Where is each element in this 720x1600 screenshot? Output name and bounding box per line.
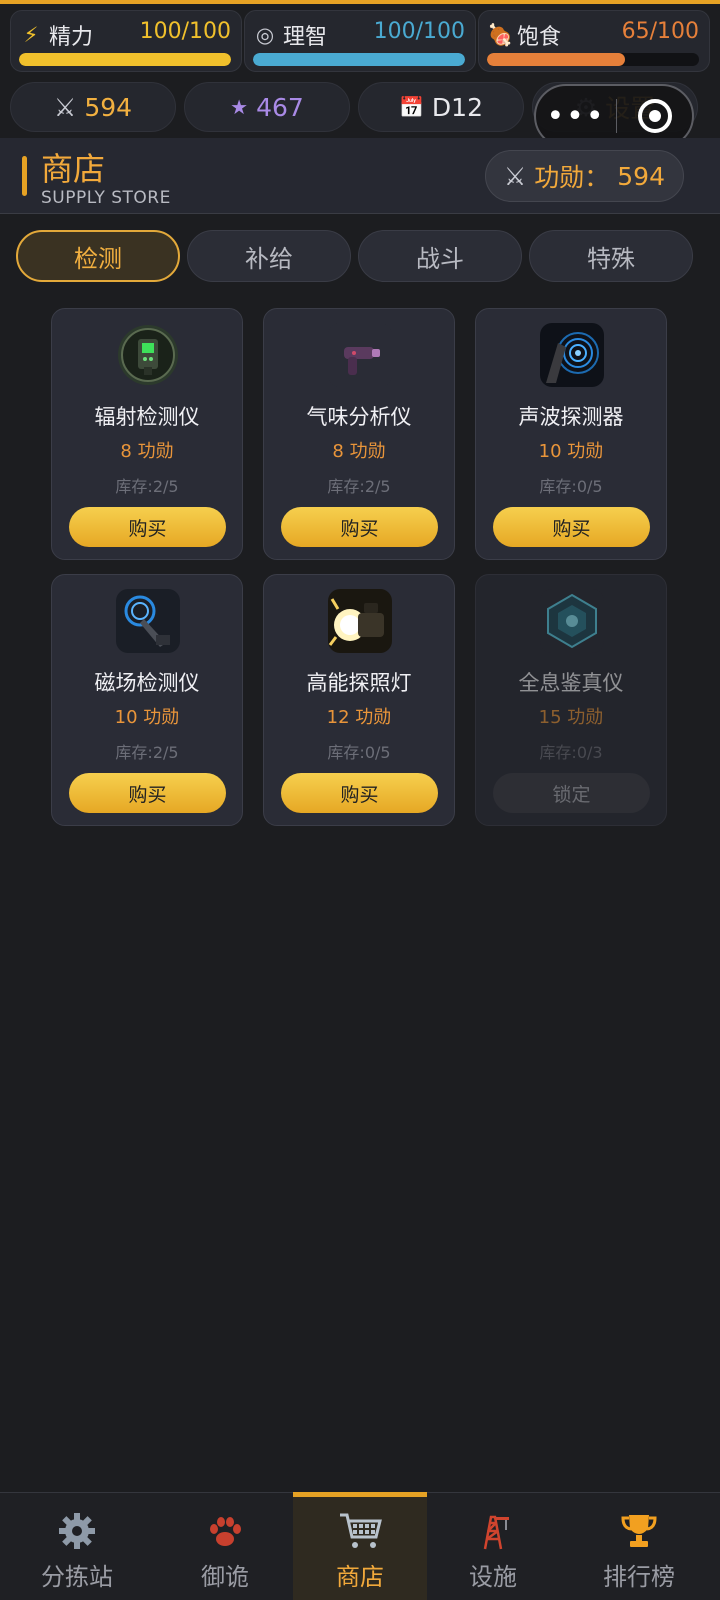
tab-supply[interactable]: 补给 [187,230,351,282]
stat-sanity: ◎ 理智 100/100 [244,10,476,72]
shop-item-card: 声波探测器 10 功勋 库存:0/5 购买 [475,308,667,560]
tab-special[interactable]: 特殊 [529,230,693,282]
page-title: 商店 [41,150,106,188]
buy-button[interactable]: 购买 [69,507,226,547]
meat-icon: 🍖 [487,22,514,47]
merit-value: 594 [617,161,665,191]
swords-icon: ⚔ [503,161,527,191]
stat-track [19,53,231,66]
star-icon: ★ [230,95,249,119]
hologram-verifier-icon [540,589,604,653]
stat-value: 100/100 [373,19,465,44]
swords-icon: ⚔ [53,92,77,122]
stat-energy: ⚡ 精力 100/100 [10,10,242,72]
tower-icon [426,1511,560,1551]
gear-icon [10,1511,144,1551]
radiation-detector-icon [116,323,180,387]
item-name: 气味分析仪 [306,405,412,429]
stat-label: 精力 [49,25,94,50]
store-header: 商店 SUPPLY STORE ⚔ 功勋： 594 [0,138,720,214]
stat-value: 65/100 [621,19,699,44]
merit-balance: ⚔ 功勋： 594 [484,150,684,202]
shop-item-card-locked: 全息鉴真仪 15 功勋 库存:0/3 锁定 [475,574,667,826]
star-count: 467 [256,92,304,122]
bottom-navigation: 分拣站 御诡 商店 设施 排行榜 [0,1492,720,1600]
target-icon: ◎ [255,23,275,47]
stat-track [487,53,699,66]
calendar-icon: 📅 [399,95,424,119]
merit-count: 594 [84,92,133,122]
ring-icon [637,99,672,133]
stat-value: 100/100 [139,19,231,44]
item-price: 10 功勋 [538,441,604,462]
item-name: 全息鉴真仪 [518,671,624,695]
item-stock: 库存:0/3 [539,743,603,762]
buy-button[interactable]: 购买 [281,507,438,547]
header-accent-bar [22,156,27,196]
trophy-icon [572,1511,706,1551]
merit-pill[interactable]: ⚔ 594 [10,82,176,132]
shop-item-card: 辐射检测仪 8 功勋 库存:2/5 购买 [51,308,243,560]
item-name: 磁场检测仪 [94,671,200,695]
more-menu-button[interactable]: ••• [536,99,616,134]
nav-label: 分拣站 [41,1563,113,1591]
stat-fill [19,53,231,66]
item-stock: 库存:0/5 [327,743,391,762]
page-subtitle: SUPPLY STORE [41,188,171,208]
item-price: 10 功勋 [114,707,180,728]
stat-label: 饱食 [517,25,562,50]
item-name: 高能探照灯 [306,671,412,695]
odor-analyzer-icon [328,323,392,387]
shop-item-card: 气味分析仪 8 功勋 库存:2/5 购买 [263,308,455,560]
locked-button: 锁定 [493,773,650,813]
shop-item-card: 磁场检测仪 10 功勋 库存:2/5 购买 [51,574,243,826]
merit-label: 功勋： [534,163,610,192]
item-stock: 库存:0/5 [539,477,603,496]
stat-satiety: 🍖 饱食 65/100 [478,10,710,72]
item-name: 声波探测器 [518,405,624,429]
stars-pill[interactable]: ★ 467 [184,82,350,132]
stat-fill [253,53,465,66]
buy-button[interactable]: 购买 [493,507,650,547]
nav-label: 排行榜 [603,1563,675,1591]
tab-combat[interactable]: 战斗 [358,230,522,282]
item-price: 8 功勋 [332,441,386,462]
lightning-icon: ⚡ [23,23,39,47]
nav-store[interactable]: 商店 [293,1492,427,1600]
shop-item-card: 高能探照灯 12 功勋 库存:0/5 购买 [263,574,455,826]
item-price: 12 功勋 [326,707,392,728]
item-stock: 库存:2/5 [115,477,179,496]
top-accent-line [0,0,720,4]
paw-icon [158,1511,292,1551]
buy-button[interactable]: 购买 [281,773,438,813]
stat-fill [487,53,625,66]
magnetic-detector-icon [116,589,180,653]
stat-track [253,53,465,66]
nav-sorting-station[interactable]: 分拣站 [10,1493,144,1600]
searchlight-icon [328,589,392,653]
item-price: 8 功勋 [120,441,174,462]
close-miniprogram-button[interactable] [617,99,692,133]
day-value: D12 [431,92,483,122]
nav-leaderboard[interactable]: 排行榜 [572,1493,706,1600]
day-pill[interactable]: 📅 D12 [358,82,524,132]
nav-ghost-control[interactable]: 御诡 [158,1493,292,1600]
resource-stats: ⚡ 精力 100/100 ◎ 理智 100/100 🍖 饱食 65/100 [10,10,710,72]
tab-detect[interactable]: 检测 [16,230,180,282]
item-stock: 库存:2/5 [115,743,179,762]
nav-label: 设施 [469,1563,517,1591]
category-tabs: 检测 补给 战斗 特殊 [16,230,704,282]
item-price: 15 功勋 [538,707,604,728]
buy-button[interactable]: 购买 [69,773,226,813]
nav-facilities[interactable]: 设施 [426,1493,560,1600]
nav-label: 御诡 [201,1563,249,1591]
item-stock: 库存:2/5 [327,477,391,496]
nav-label: 商店 [336,1563,384,1591]
cart-icon [293,1511,427,1551]
stat-label: 理智 [283,25,328,50]
item-name: 辐射检测仪 [94,405,200,429]
sonar-detector-icon [540,323,604,387]
